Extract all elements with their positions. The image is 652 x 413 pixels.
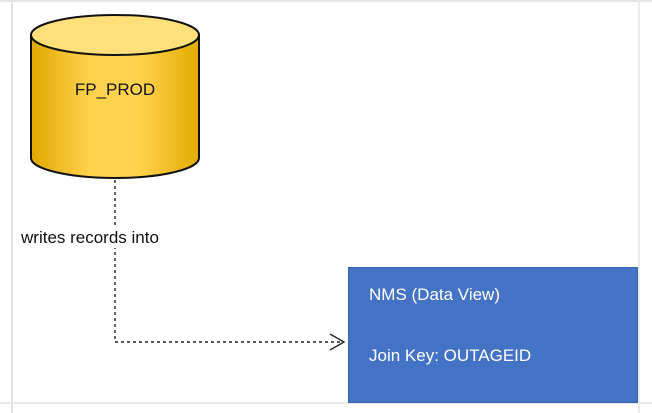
connector-line <box>114 180 342 343</box>
data-view-title: NMS (Data View) <box>369 285 500 304</box>
connector-label: writes records into <box>19 228 161 248</box>
data-view-box[interactable]: NMS (Data View) Join Key: OUTAGEID <box>348 267 638 403</box>
database-label: FP_PROD <box>74 80 156 99</box>
join-key-text: Join Key: OUTAGEID <box>369 346 532 365</box>
